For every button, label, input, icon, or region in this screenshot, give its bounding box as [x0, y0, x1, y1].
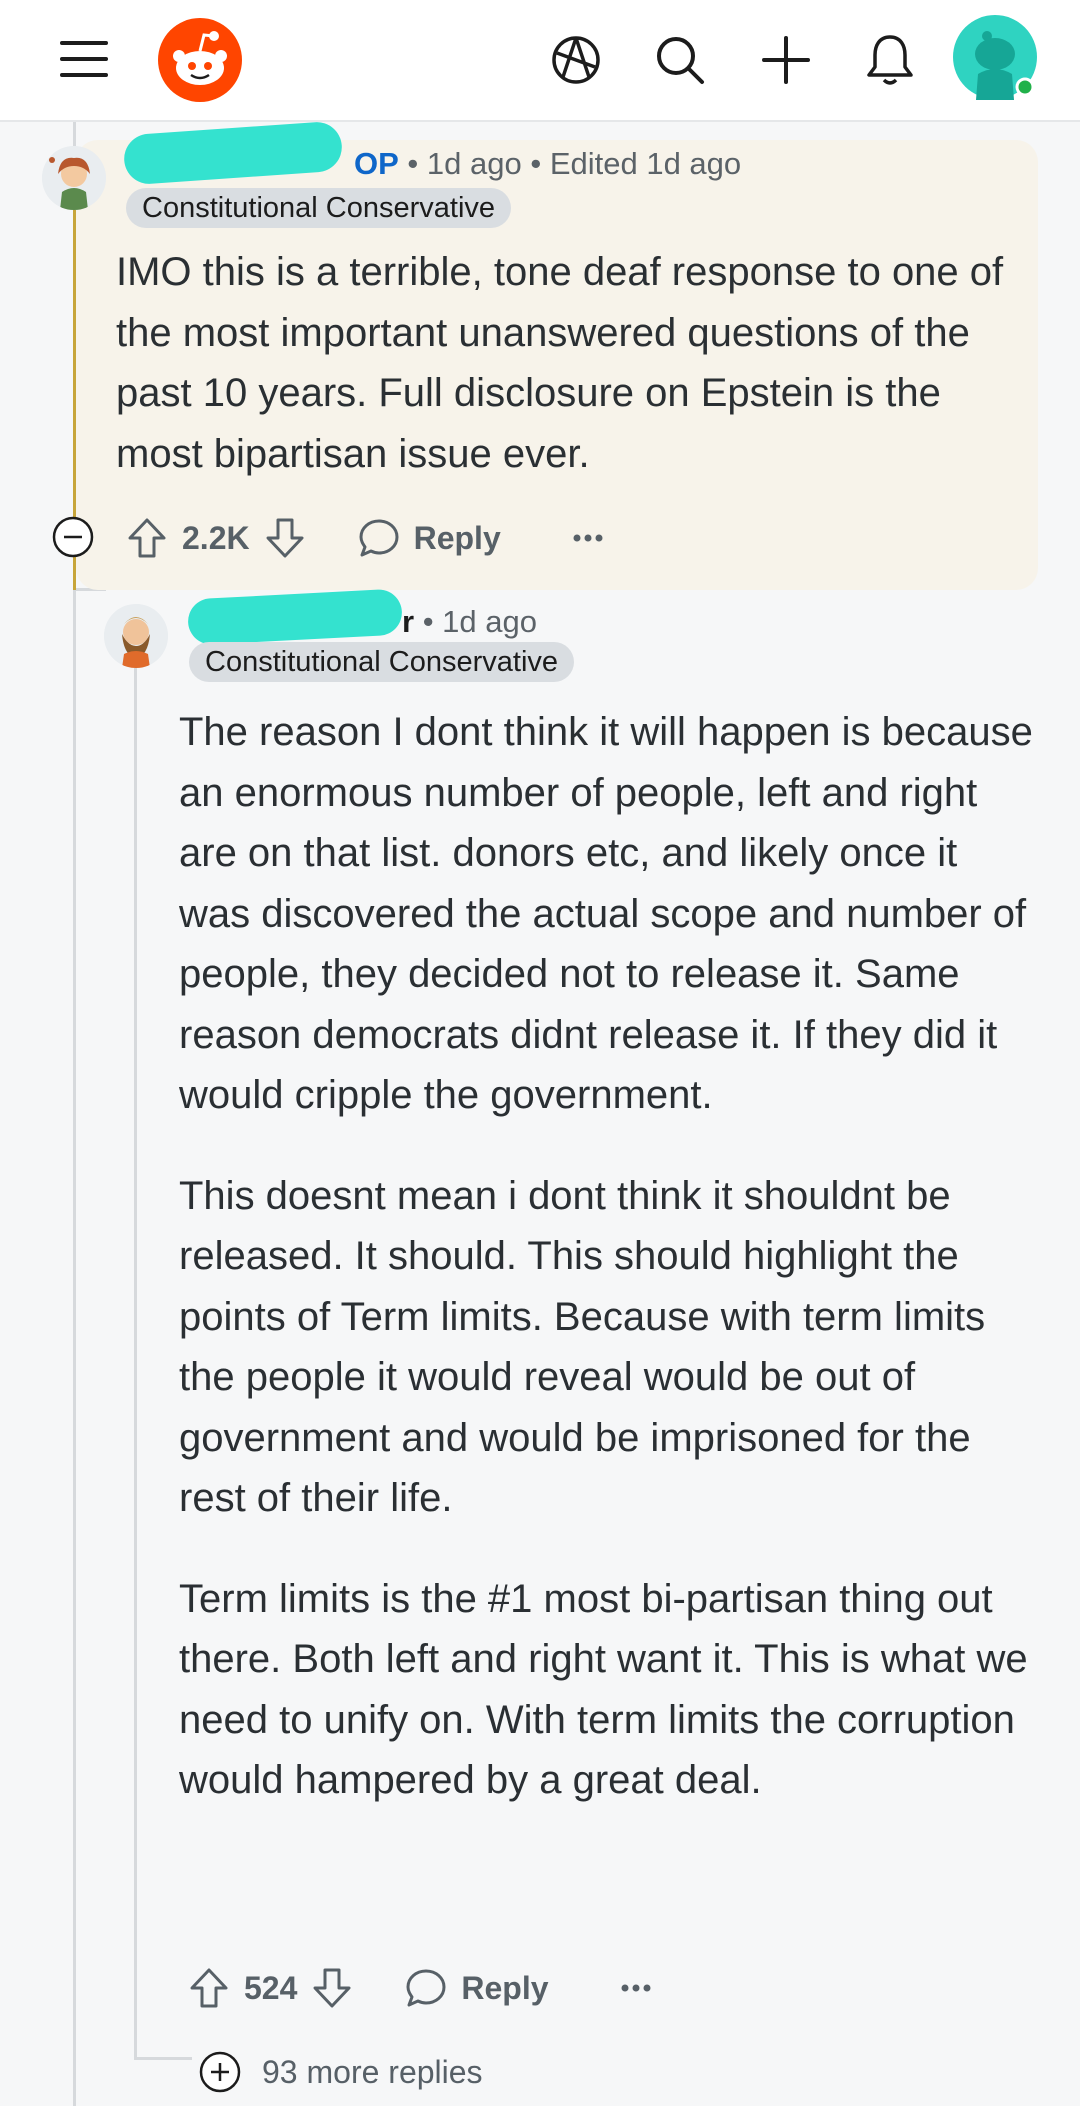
- top-app-bar: [0, 0, 1080, 122]
- popular-icon[interactable]: [546, 30, 606, 90]
- reply-comment-score: 524: [244, 1969, 298, 2006]
- op-comment-body: IMO this is a terrible, tone deaf respon…: [116, 242, 1026, 484]
- reply-comment-body: The reason I dont think it will happen i…: [179, 702, 1039, 1811]
- reply-username-end[interactable]: r: [402, 604, 414, 639]
- reply-comment-actions: 524 Reply: [186, 1960, 659, 2016]
- op-comment-text: IMO this is a terrible, tone deaf respon…: [116, 250, 1004, 476]
- reply-comment-time: 1d ago: [442, 604, 537, 639]
- op-reply-button[interactable]: Reply: [414, 520, 501, 557]
- redacted-username: [186, 588, 404, 646]
- reply-comment-avatar[interactable]: [104, 604, 168, 668]
- upvote-icon[interactable]: [186, 1963, 232, 2013]
- create-post-icon[interactable]: [756, 30, 816, 90]
- meta-dot: •: [530, 146, 550, 181]
- downvote-icon[interactable]: [309, 1963, 355, 2013]
- op-comment-avatar[interactable]: [42, 146, 106, 210]
- reply-reply-button[interactable]: Reply: [461, 1970, 548, 2007]
- op-comment-meta: OP • 1d ago • Edited 1d ago: [354, 146, 741, 182]
- reply-paragraph: This doesnt mean i dont think it shouldn…: [179, 1173, 986, 1521]
- reddit-logo-icon[interactable]: [156, 16, 244, 104]
- op-comment-edited: Edited 1d ago: [549, 146, 742, 181]
- more-replies-label: 93 more replies: [262, 2053, 483, 2090]
- notifications-bell-icon[interactable]: [860, 30, 920, 90]
- thread-connector-more: [136, 2057, 192, 2060]
- reply-paragraph: The reason I dont think it will happen i…: [179, 710, 1033, 1117]
- reply-paragraph: Term limits is the #1 most bi-partisan t…: [179, 1576, 1028, 1803]
- more-options-icon[interactable]: [613, 1963, 659, 2013]
- collapse-thread-icon[interactable]: [52, 516, 94, 558]
- thread-line-reply: [134, 665, 137, 2060]
- search-icon[interactable]: [650, 30, 710, 90]
- reply-user-flair[interactable]: Constitutional Conservative: [189, 642, 575, 682]
- reply-bubble-icon[interactable]: [356, 513, 402, 563]
- meta-dot: •: [407, 146, 427, 181]
- menu-icon[interactable]: [50, 28, 118, 90]
- op-comment-score: 2.2K: [182, 519, 250, 556]
- downvote-icon[interactable]: [262, 513, 308, 563]
- expand-plus-icon: [198, 2050, 242, 2094]
- op-comment-actions: 2.2K Reply: [124, 510, 611, 566]
- meta-dot: •: [422, 604, 443, 639]
- more-options-icon[interactable]: [565, 513, 611, 563]
- upvote-icon[interactable]: [124, 513, 170, 563]
- user-avatar[interactable]: [952, 14, 1038, 100]
- op-badge: OP: [354, 146, 399, 181]
- reply-bubble-icon[interactable]: [403, 1963, 449, 2013]
- more-replies-link[interactable]: 93 more replies: [198, 2050, 483, 2094]
- op-user-flair[interactable]: Constitutional Conservative: [126, 188, 512, 228]
- reply-comment-meta: r • 1d ago: [402, 604, 537, 640]
- op-comment-time: 1d ago: [426, 146, 522, 181]
